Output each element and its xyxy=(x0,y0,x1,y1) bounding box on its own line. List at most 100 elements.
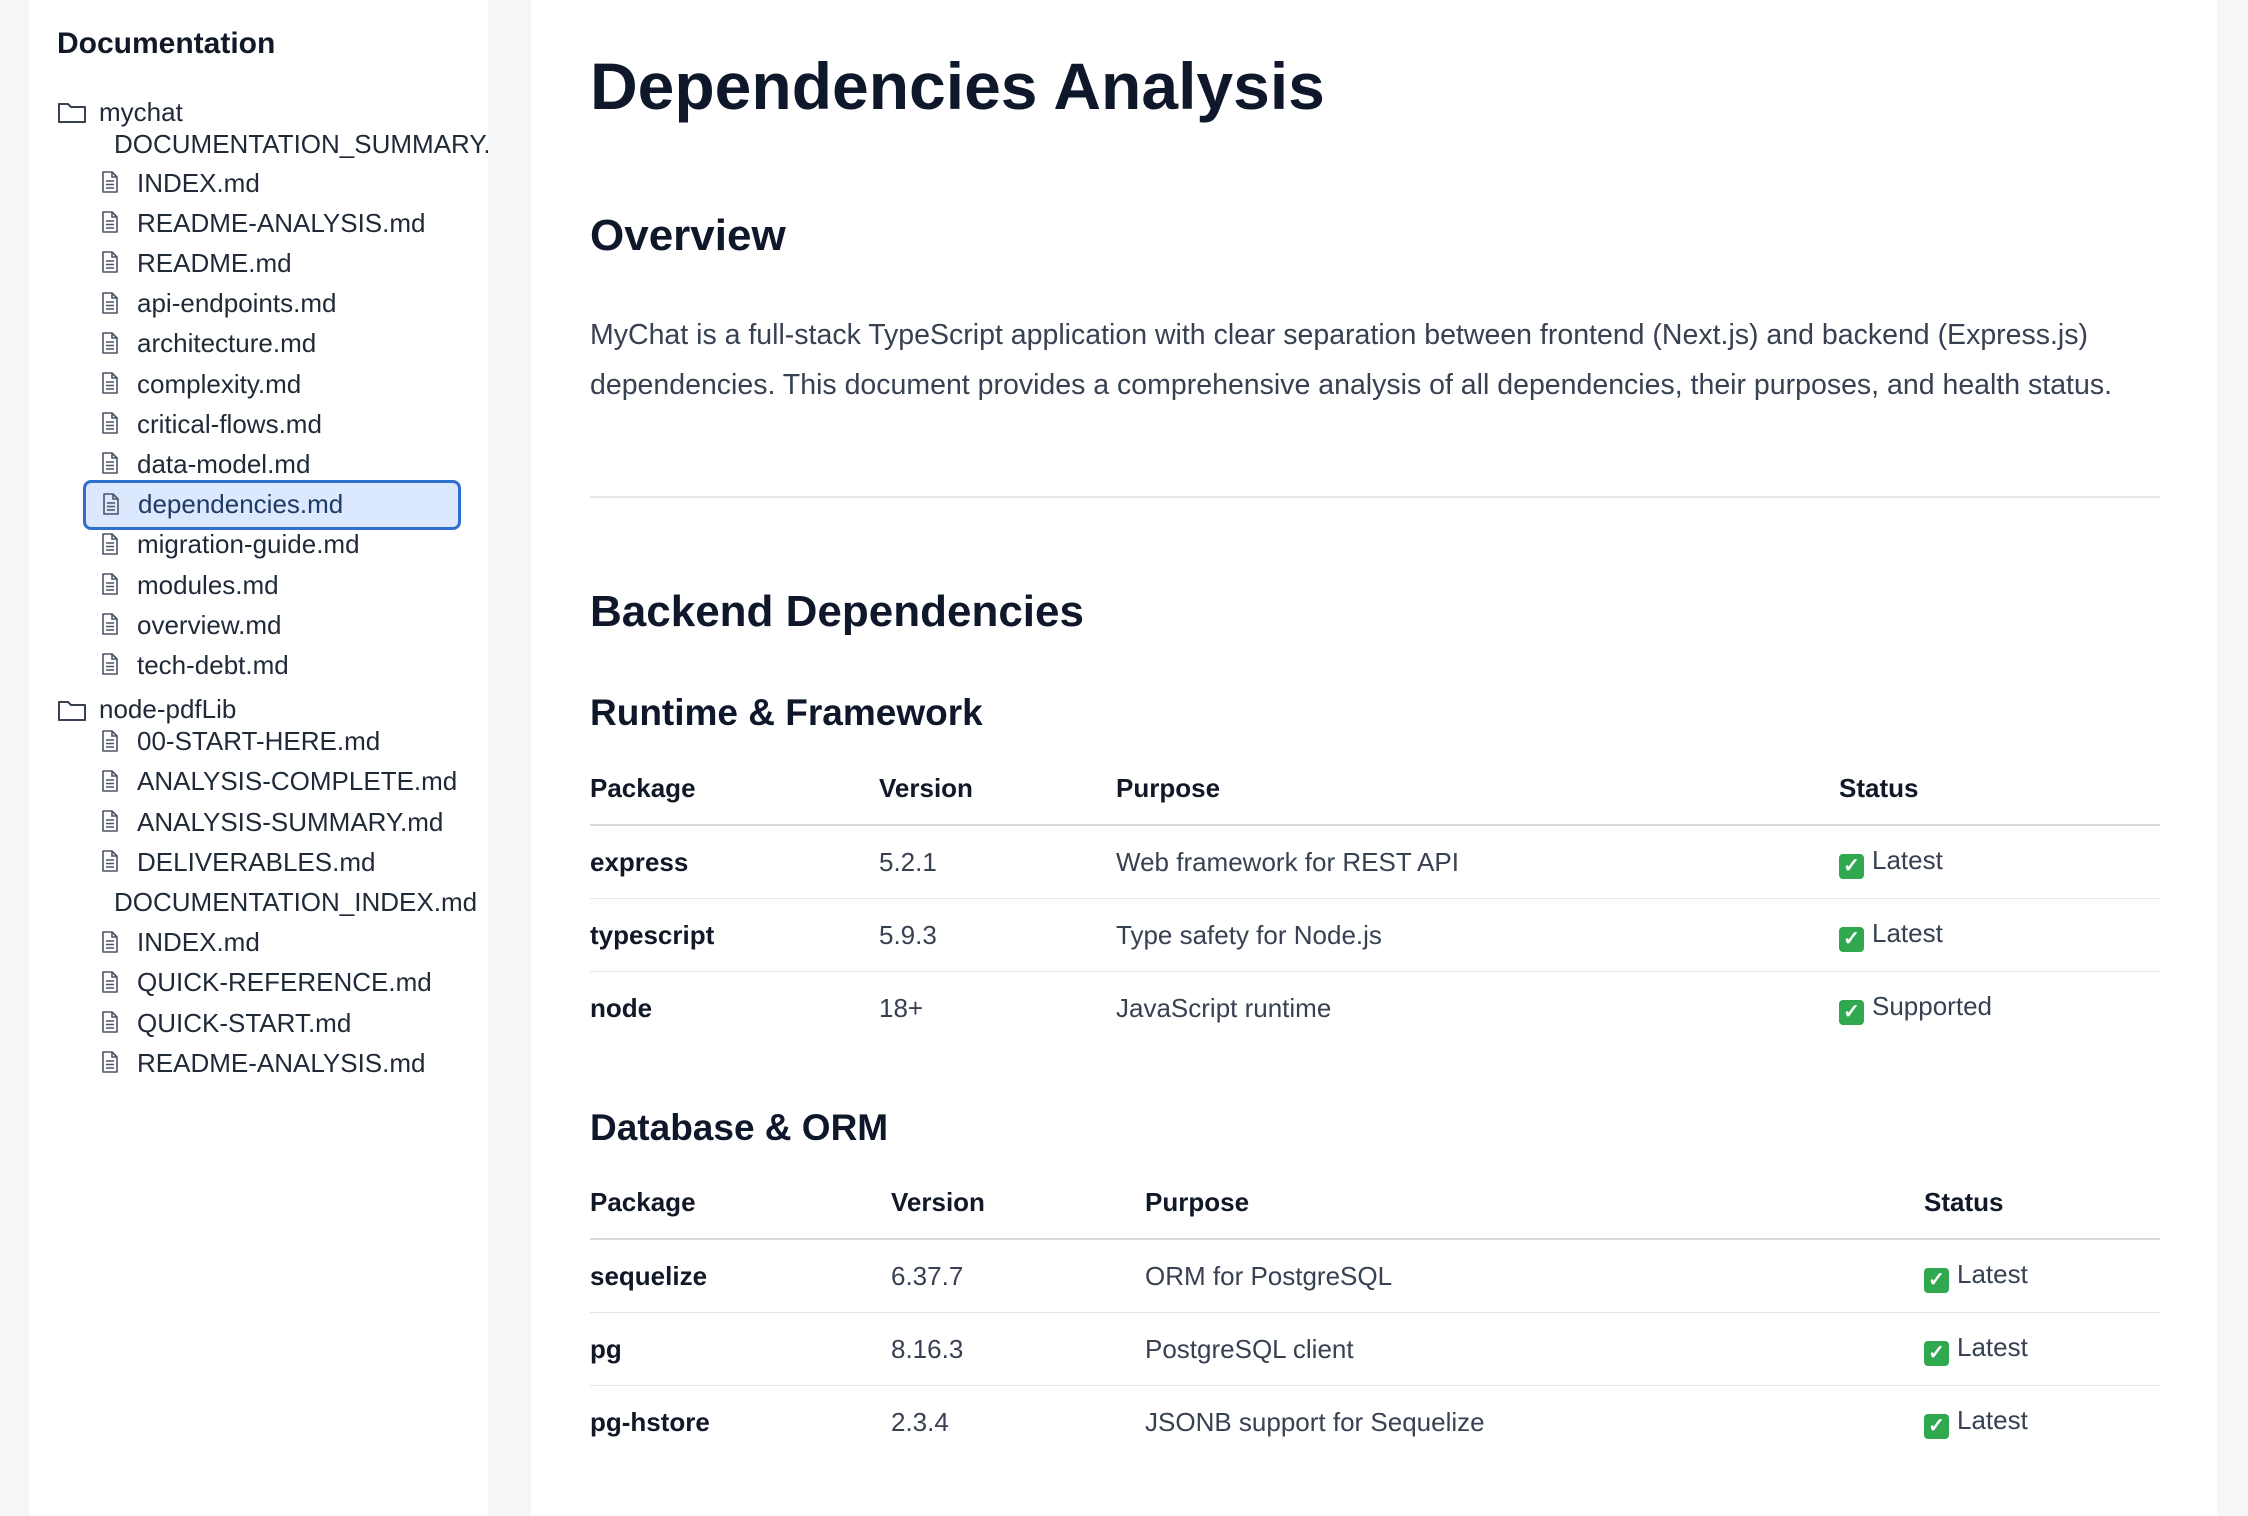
page-title: Dependencies Analysis xyxy=(590,49,1325,123)
col-package: Package xyxy=(590,752,879,826)
package-status: ✓ Latest xyxy=(1839,825,2160,899)
file-icon xyxy=(101,970,121,995)
file-icon xyxy=(101,412,121,436)
runtime-table: Package Version Purpose Status express 5.… xyxy=(590,752,2160,1044)
status-text: Latest xyxy=(1957,1332,2028,1362)
package-name: express xyxy=(590,825,879,899)
col-version: Version xyxy=(891,1166,1145,1240)
file-icon xyxy=(101,850,121,874)
file-icon xyxy=(101,251,121,275)
package-name: typescript xyxy=(590,898,879,972)
package-purpose: JSONB support for Sequelize xyxy=(1145,1406,1485,1437)
check-icon: ✓ xyxy=(1924,1414,1949,1439)
file-label: architecture.md xyxy=(137,328,317,359)
table-row: express 5.2.1 Web framework for REST API ✓ L… xyxy=(590,825,2160,899)
check-icon: ✓ xyxy=(1924,1268,1949,1293)
file-icon xyxy=(101,573,121,597)
file-label: INDEX.md xyxy=(137,167,260,198)
package-status: ✓ Latest xyxy=(1924,1312,2160,1386)
file-icon xyxy=(101,930,121,955)
file-label: 00-START-HERE.md xyxy=(137,726,381,757)
col-package: Package xyxy=(590,1166,891,1240)
table-row: sequelize 6.37.7 ORM for PostgreSQL ✓ Latest xyxy=(590,1239,2160,1313)
package-version: 8.16.3 xyxy=(891,1312,1145,1386)
file-icon xyxy=(101,291,121,316)
file-label: data-model.md xyxy=(137,448,311,479)
file-icon xyxy=(101,1051,121,1075)
package-purpose: Web framework for REST API xyxy=(1116,825,1839,899)
file-label: complexity.md xyxy=(137,368,302,399)
file-label: DELIVERABLES.md xyxy=(137,846,376,877)
file-icon xyxy=(101,653,121,677)
file-label: README-ANALYSIS.md xyxy=(137,207,426,238)
main-content: Dependencies Analysis Overview MyChat is… xyxy=(531,0,2217,1516)
package-version: 5.9.3 xyxy=(879,898,1116,972)
sidebar-file-tech-debt-md[interactable]: tech-debt.md xyxy=(29,640,488,690)
file-icon xyxy=(101,1011,121,1035)
package-status: ✓ Latest xyxy=(1924,1386,2160,1459)
section-divider xyxy=(590,496,2160,498)
col-purpose: Purpose xyxy=(1145,1166,1924,1240)
status-text: Latest xyxy=(1957,1259,2028,1289)
package-status: ✓ Latest xyxy=(1839,898,2160,972)
package-name: pg-hstore xyxy=(590,1406,710,1437)
file-icon xyxy=(101,331,121,356)
runtime-heading: Runtime & Framework xyxy=(590,692,983,733)
file-label: api-endpoints.md xyxy=(137,288,337,319)
package-purpose: JavaScript runtime xyxy=(1116,992,1332,1023)
file-label: ANALYSIS-SUMMARY.md xyxy=(137,806,444,837)
table-row: pg-hstore 2.3.4 JSONB support for Sequeliz… xyxy=(590,1386,2160,1459)
file-label: README.md xyxy=(137,247,292,278)
check-icon: ✓ xyxy=(1839,854,1864,879)
table-row: pg 8.16.3 PostgreSQL client ✓ Latest xyxy=(590,1312,2160,1386)
file-label: critical-flows.md xyxy=(137,408,322,439)
status-text: Supported xyxy=(1872,991,1992,1021)
package-purpose: ORM for PostgreSQL xyxy=(1145,1239,1924,1313)
file-icon xyxy=(101,729,121,754)
col-version: Version xyxy=(879,752,1116,826)
file-label: INDEX.md xyxy=(137,927,260,958)
file-icon xyxy=(101,452,121,476)
table-row: typescript 5.9.3 Type safety for Node.js ✓ L… xyxy=(590,898,2160,972)
package-status: ✓ Latest xyxy=(1924,1239,2160,1313)
file-icon xyxy=(101,613,121,637)
file-icon xyxy=(101,211,121,235)
check-icon: ✓ xyxy=(1839,927,1864,952)
package-name: pg xyxy=(590,1312,891,1386)
overview-paragraph: MyChat is a full-stack TypeScript applic… xyxy=(590,319,2112,401)
file-label: dependencies.md xyxy=(138,489,344,520)
file-label: DOCUMENTATION_SUMMARY.md xyxy=(114,128,488,159)
file-label: QUICK-REFERENCE.md xyxy=(137,967,432,998)
col-purpose: Purpose xyxy=(1116,752,1839,826)
package-name: sequelize xyxy=(590,1239,891,1313)
check-icon: ✓ xyxy=(1924,1341,1949,1366)
status-text: Latest xyxy=(1872,845,1943,875)
sidebar-title: Documentation xyxy=(57,27,276,60)
database-table: Package Version Purpose Status sequelize… xyxy=(590,1166,2160,1458)
package-version: 5.2.1 xyxy=(879,825,1116,899)
overview-heading: Overview xyxy=(590,211,786,260)
status-text: Latest xyxy=(1957,1405,2028,1435)
file-icon xyxy=(101,171,121,195)
file-icon xyxy=(101,372,121,396)
file-icon xyxy=(101,810,121,834)
sidebar: Documentation mychat DOCUMENTATION_SUMMAR… xyxy=(29,0,488,1516)
file-label: tech-debt.md xyxy=(137,649,289,680)
sidebar-file-readme-analysis-md[interactable]: README-ANALYSIS.md xyxy=(29,1038,488,1088)
package-purpose: PostgreSQL client xyxy=(1145,1312,1924,1386)
file-label: modules.md xyxy=(137,569,279,600)
package-name: node xyxy=(590,992,653,1023)
package-purpose: Type safety for Node.js xyxy=(1116,898,1839,972)
file-label: migration-guide.md xyxy=(137,529,360,560)
package-version: 6.37.7 xyxy=(891,1239,1145,1313)
file-label: QUICK-START.md xyxy=(137,1007,352,1038)
database-heading: Database & ORM xyxy=(590,1107,889,1148)
check-icon: ✓ xyxy=(1839,1000,1864,1025)
file-label: README-ANALYSIS.md xyxy=(137,1047,426,1078)
package-status: ✓ Supported xyxy=(1839,972,2160,1045)
table-row: node 18+ JavaScript runtime ✓ Supported xyxy=(590,972,2160,1045)
file-label: overview.md xyxy=(137,609,282,640)
col-status: Status xyxy=(1839,752,2160,826)
file-icon xyxy=(101,769,121,794)
package-version: 2.3.4 xyxy=(891,1406,949,1437)
